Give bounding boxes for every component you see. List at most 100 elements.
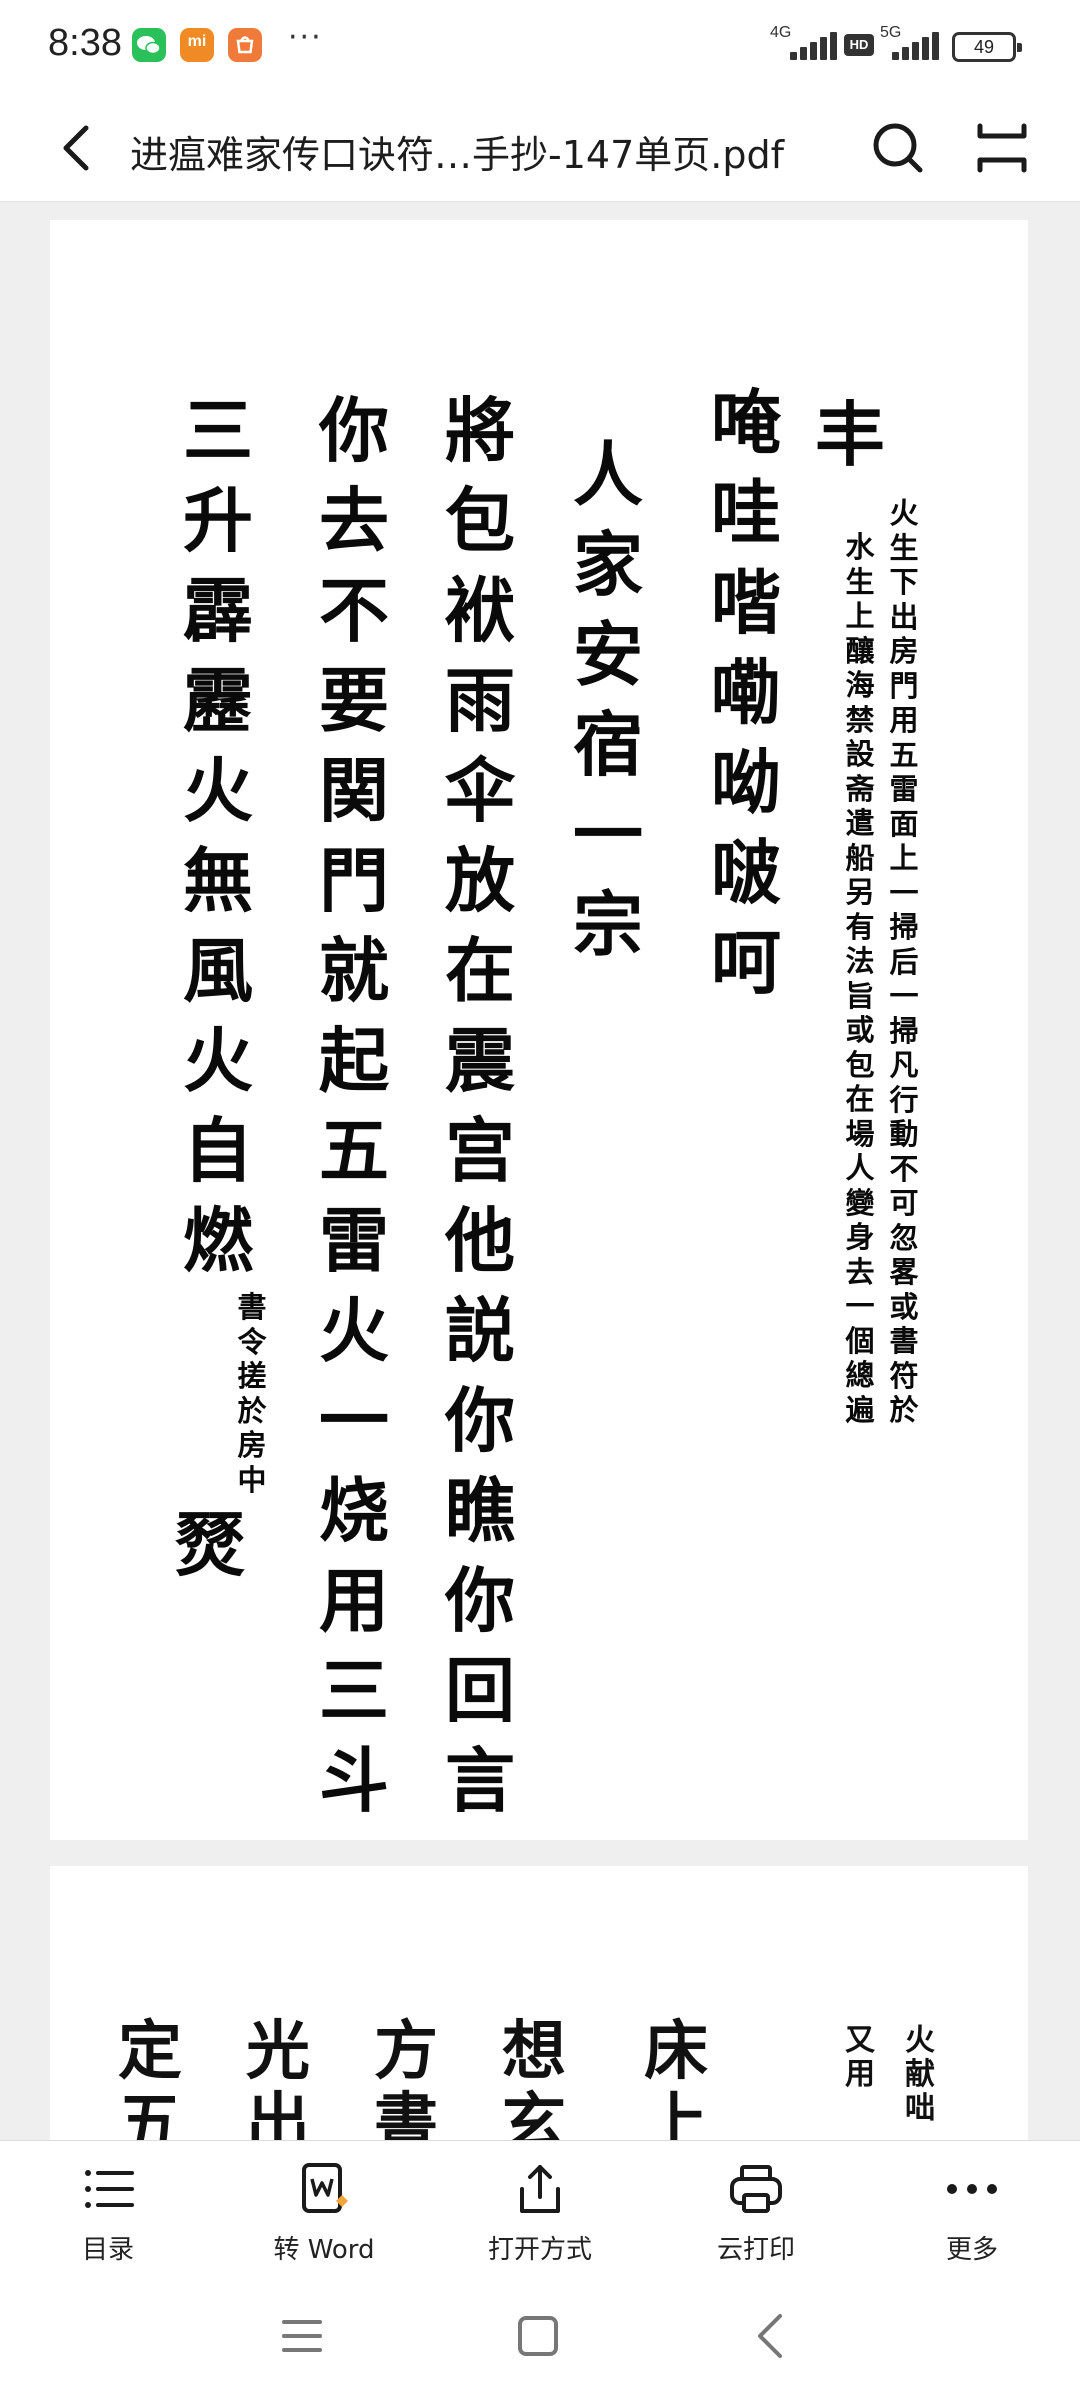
glyph: 生 — [845, 564, 875, 599]
glyph: 雨 — [445, 659, 515, 742]
cloud-print-label: 云打印 — [716, 2235, 795, 2265]
glyph: 去 — [319, 479, 389, 562]
glyph: 在 — [845, 1082, 875, 1116]
glyph: 你 — [445, 1379, 515, 1462]
fullscreen-button[interactable] — [966, 112, 1038, 184]
glyph: 啵 — [711, 831, 781, 914]
glyph: 門 — [319, 839, 389, 922]
list-icon — [85, 2170, 134, 2208]
toc-button[interactable]: 目录 — [18, 2157, 198, 2267]
glyph: 上 — [644, 2086, 708, 2141]
document-title: 进瘟难家传口诀符…手抄-147单页.pdf — [130, 133, 784, 177]
glyph: 出 — [246, 2086, 310, 2141]
glyph: 另 — [845, 875, 875, 909]
glyph: 忽 — [889, 1220, 919, 1255]
glyph: 你 — [445, 1559, 515, 1642]
anjia-column: 人家安宿一宗 — [558, 430, 658, 970]
jiang-column: 將包袱雨伞放在震宫他説你瞧你回言 — [430, 386, 530, 1826]
convert-word-label: 转 Word — [273, 2235, 375, 2265]
glyph: 嘞 — [711, 651, 781, 734]
pdf-page-2: 定五 光出 方書 想玄 床上 火献咄 又用 — [50, 1866, 1028, 2140]
glyph: 玄 — [502, 2086, 566, 2141]
glyph: 畧 — [889, 1255, 919, 1289]
glyph: 献 — [905, 2057, 935, 2092]
glyph: 房 — [237, 1428, 267, 1462]
glyph: 起 — [319, 1019, 389, 1102]
glyph: 宫 — [445, 1109, 515, 1192]
glyph: 又 — [845, 2023, 875, 2058]
glyph: 火 — [183, 1019, 253, 1102]
glyph: 火 — [905, 2023, 935, 2058]
glyph: 瞧 — [445, 1469, 515, 1552]
glyph: 方 — [374, 2014, 438, 2089]
search-button[interactable] — [862, 112, 934, 184]
glyph: 搓 — [237, 1359, 267, 1393]
cloud-print-button[interactable]: 云打印 — [666, 2157, 846, 2267]
glyph: 床 — [644, 2014, 708, 2089]
status-time: 8:38 — [48, 22, 122, 64]
glyph: 用 — [319, 1559, 389, 1642]
glyph: 總 — [845, 1358, 875, 1392]
glyph: 要 — [319, 659, 389, 742]
glyph: 安 — [573, 613, 643, 696]
glyph: 遣 — [845, 806, 875, 840]
glyph: 動 — [889, 1117, 919, 1151]
printer-icon — [730, 2165, 782, 2213]
glyph: 斗 — [319, 1739, 389, 1822]
glyph: 行 — [889, 1082, 919, 1117]
glyph: 房 — [889, 634, 919, 668]
glyph: 自 — [183, 1109, 253, 1192]
final-character-column: 燹 — [160, 1500, 260, 1590]
note-column-right: 火生下出房門用五雷面上一掃后一掃凡行動不可忽畧或書符於 — [884, 496, 924, 1428]
glyph: 遍 — [845, 1392, 875, 1427]
glyph: 霹 — [183, 569, 253, 652]
glyph: 不 — [319, 569, 389, 652]
system-back-button[interactable] — [736, 2300, 808, 2372]
glyph: 用 — [845, 2057, 875, 2092]
convert-word-button[interactable]: 转 Word — [234, 2157, 414, 2267]
page2-column-4: 想玄 — [494, 2014, 574, 2141]
glyph: 后 — [889, 944, 919, 979]
system-navigation-bar — [0, 2278, 1080, 2400]
open-with-button[interactable]: 打开方式 — [450, 2157, 630, 2267]
glyph: 人 — [573, 433, 643, 516]
glyph: 五 — [118, 2086, 182, 2141]
page2-column-5: 床上 — [636, 2014, 716, 2141]
signal-icon-2 — [884, 32, 940, 60]
glyph: 掃 — [889, 1013, 919, 1048]
glyph: 人 — [845, 1151, 875, 1185]
glyph: 呦 — [711, 741, 781, 824]
glyph: 火 — [889, 496, 919, 530]
glyph: 雷 — [319, 1199, 389, 1282]
glyph: 袱 — [445, 569, 515, 652]
back-button[interactable] — [44, 112, 116, 184]
glyph: 烧 — [319, 1469, 389, 1552]
glyph: 或 — [889, 1289, 919, 1324]
glyph: 想 — [502, 2014, 566, 2089]
collapse-icon — [977, 123, 1027, 173]
glyph: 升 — [183, 479, 253, 562]
glyph: 變 — [845, 1185, 875, 1220]
battery-icon: 49 — [952, 32, 1022, 62]
more-button[interactable]: 更多 — [882, 2157, 1062, 2267]
page2-column-2: 光出 — [238, 2016, 318, 2141]
glyph: 不 — [889, 1151, 919, 1186]
recent-apps-button[interactable] — [266, 2300, 338, 2372]
glyph: 火 — [183, 749, 253, 832]
glyph: 説 — [445, 1289, 515, 1372]
home-button[interactable] — [502, 2300, 574, 2372]
glyph: 喈 — [711, 561, 781, 644]
page2-column-7: 又用 — [840, 2024, 880, 2092]
glyph: 書 — [889, 1324, 919, 1358]
glyph: 出 — [889, 599, 919, 634]
glyph: 一 — [319, 1379, 389, 1462]
glyph: 火 — [319, 1289, 389, 1372]
hd-icon: HD — [844, 34, 874, 56]
open-with-label: 打开方式 — [487, 2235, 592, 2265]
glyph: 去 — [845, 1254, 875, 1289]
more-notifications-icon: ··· — [288, 20, 323, 55]
pdf-viewer[interactable]: 丰 火生下出房門用五雷面上一掃后一掃凡行動不可忽畧或書符於 水生上釀海禁設斋遣船… — [0, 202, 1080, 2140]
glyph: 伞 — [445, 749, 515, 832]
glyph: 無 — [183, 839, 253, 922]
glyph: 水 — [845, 530, 875, 564]
